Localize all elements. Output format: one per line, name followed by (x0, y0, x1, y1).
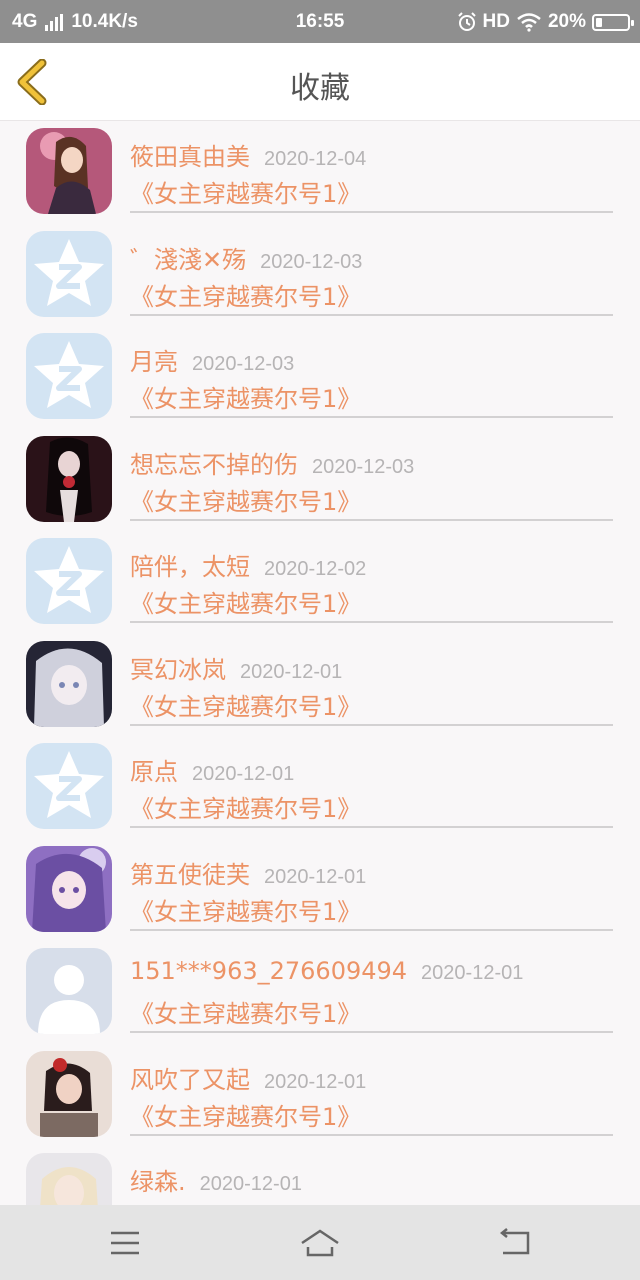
battery-icon (592, 13, 634, 31)
favorite-item-line: 月亮 2020-12-03 (130, 342, 294, 377)
app-header: 收藏 (0, 43, 640, 121)
favorite-item[interactable]: ゛淺淺✕殇 2020-12-03 《女主穿越赛尔号1》 (0, 225, 640, 328)
book-title[interactable]: 《女主穿越赛尔号1》 (130, 482, 361, 517)
avatar[interactable] (26, 538, 112, 624)
favorite-item-info: 冥幻冰岚 2020-12-01 《女主穿越赛尔号1》 (130, 635, 613, 726)
status-bar: 4G 10.4K/s 16:55 HD 20% (0, 0, 640, 43)
favorite-item-line: 原点 2020-12-01 (130, 752, 294, 787)
avatar[interactable] (26, 333, 112, 419)
favorite-item-line: 绿森. 2020-12-01 (130, 1162, 302, 1197)
page-title: 收藏 (290, 71, 350, 106)
favorite-date: 2020-12-03 (260, 250, 363, 273)
user-nickname[interactable]: 第五使徒芙 (130, 861, 250, 889)
user-nickname[interactable]: 冥幻冰岚 (130, 656, 226, 684)
favorite-item-info: 陪伴，太短 2020-12-02 《女主穿越赛尔号1》 (130, 532, 613, 623)
favorite-item-info: 想忘忘不掉的伤 2020-12-03 《女主穿越赛尔号1》 (130, 430, 613, 521)
favorite-item[interactable]: 想忘忘不掉的伤 2020-12-03 《女主穿越赛尔号1》 (0, 430, 640, 533)
favorite-item-line: 第五使徒芙 2020-12-01 (130, 855, 366, 890)
favorite-date: 2020-12-02 (264, 558, 367, 580)
book-title[interactable]: 《女主穿越赛尔号1》 (130, 994, 361, 1029)
book-title[interactable]: 《女主穿越赛尔号1》 (130, 789, 361, 824)
avatar[interactable] (26, 640, 112, 727)
hd-indicator: HD (482, 11, 510, 32)
favorite-item[interactable]: 月亮 2020-12-03 《女主穿越赛尔号1》 (0, 327, 640, 430)
user-nickname[interactable]: 绿森. (130, 1168, 186, 1196)
avatar[interactable] (26, 230, 112, 317)
user-nickname[interactable]: 想忘忘不掉的伤 (130, 451, 298, 479)
favorite-date: 2020-12-01 (264, 865, 367, 888)
book-title[interactable]: 《女主穿越赛尔号1》 (130, 892, 361, 927)
battery-percent: 20% (547, 11, 586, 32)
home-icon[interactable] (300, 1225, 340, 1261)
favorite-item[interactable]: 筱田真由美 2020-12-04 《女主穿越赛尔号1》 (0, 122, 640, 225)
user-nickname[interactable]: 151***963_276609494 (130, 957, 407, 985)
book-title[interactable]: 《女主穿越赛尔号1》 (130, 379, 361, 414)
user-nickname[interactable]: ゛淺淺✕殇 (130, 246, 246, 274)
alarm-icon (457, 12, 476, 31)
favorite-date: 2020-12-01 (264, 1070, 367, 1093)
user-nickname[interactable]: 筱田真由美 (130, 143, 250, 171)
book-title[interactable]: 《女主穿越赛尔号1》 (130, 277, 361, 312)
favorite-date: 2020-12-01 (421, 962, 524, 984)
favorite-date: 2020-12-03 (192, 353, 295, 375)
favorite-item-line: 陪伴，太短 2020-12-02 (130, 547, 366, 582)
book-title[interactable]: 《女主穿越赛尔号1》 (130, 1097, 361, 1132)
favorite-item-info: 第五使徒芙 2020-12-01 《女主穿越赛尔号1》 (130, 840, 613, 931)
favorite-item[interactable]: 第五使徒芙 2020-12-01 《女主穿越赛尔号1》 (0, 840, 640, 943)
favorite-date: 2020-12-04 (264, 148, 367, 170)
book-title[interactable]: 《女主穿越赛尔号1》 (130, 174, 361, 209)
back-nav-icon[interactable] (495, 1225, 535, 1261)
favorite-item-line: 冥幻冰岚 2020-12-01 (130, 650, 342, 685)
favorite-item-info: 绿森.2020-12-01《女主穿越赛尔号1》 (130, 1147, 613, 1205)
favorite-item[interactable]: 风吹了又起 2020-12-01 《女主穿越赛尔号1》 (0, 1045, 640, 1148)
favorite-item[interactable]: 陪伴，太短 2020-12-02 《女主穿越赛尔号1》 (0, 532, 640, 635)
avatar[interactable] (26, 435, 112, 522)
favorite-item-line: 风吹了又起 2020-12-01 (130, 1060, 366, 1095)
menu-icon[interactable] (105, 1225, 145, 1261)
favorite-item-line: 想忘忘不掉的伤 2020-12-03 (130, 445, 414, 480)
favorite-item[interactable]: 冥幻冰岚 2020-12-01 《女主穿越赛尔号1》 (0, 635, 640, 738)
favorite-item[interactable]: 151***963_276609494 2020-12-01 《女主穿越赛尔号1》 (0, 942, 640, 1045)
avatar[interactable] (26, 845, 112, 932)
favorite-date: 2020-12-03 (312, 455, 415, 478)
user-nickname[interactable]: 风吹了又起 (130, 1066, 250, 1094)
favorite-item-line: 筱田真由美 2020-12-04 (130, 137, 366, 172)
favorite-item-info: 原点 2020-12-01 《女主穿越赛尔号1》 (130, 737, 613, 828)
avatar[interactable] (26, 128, 112, 214)
avatar[interactable] (26, 743, 112, 829)
system-nav-bar (0, 1205, 640, 1280)
favorite-date: 2020-12-01 (192, 763, 295, 785)
wifi-icon (517, 13, 541, 32)
user-nickname[interactable]: 原点 (130, 758, 178, 786)
favorite-item-line: 151***963_276609494 2020-12-01 (130, 957, 523, 985)
favorite-item-line: ゛淺淺✕殇 2020-12-03 (130, 240, 362, 275)
favorite-item-info: 筱田真由美 2020-12-04 《女主穿越赛尔号1》 (130, 122, 613, 213)
status-right: HD 20% (457, 11, 634, 33)
favorites-list[interactable]: 筱田真由美 2020-12-04 《女主穿越赛尔号1》 ゛淺淺✕殇 2020-12-03… (0, 122, 640, 1205)
avatar[interactable] (26, 948, 112, 1034)
favorite-item-info: 风吹了又起 2020-12-01 《女主穿越赛尔号1》 (130, 1045, 613, 1136)
user-nickname[interactable]: 月亮 (130, 348, 178, 376)
avatar[interactable] (26, 1050, 112, 1137)
book-title[interactable]: 《女主穿越赛尔号1》 (130, 584, 361, 619)
book-title[interactable]: 《女主穿越赛尔号1》 (130, 687, 361, 722)
favorite-item-info: 月亮 2020-12-03 《女主穿越赛尔号1》 (130, 327, 613, 418)
avatar[interactable] (26, 1153, 112, 1205)
favorite-item[interactable]: 绿森.2020-12-01《女主穿越赛尔号1》 (0, 1147, 640, 1205)
favorite-item[interactable]: 原点 2020-12-01 《女主穿越赛尔号1》 (0, 737, 640, 840)
favorite-item-info: ゛淺淺✕殇 2020-12-03 《女主穿越赛尔号1》 (130, 225, 613, 316)
user-nickname[interactable]: 陪伴，太短 (130, 553, 250, 581)
favorite-date: 2020-12-01 (240, 660, 343, 683)
favorite-date: 2020-12-01 (199, 1173, 302, 1195)
favorite-item-info: 151***963_276609494 2020-12-01 《女主穿越赛尔号1》 (130, 942, 613, 1033)
